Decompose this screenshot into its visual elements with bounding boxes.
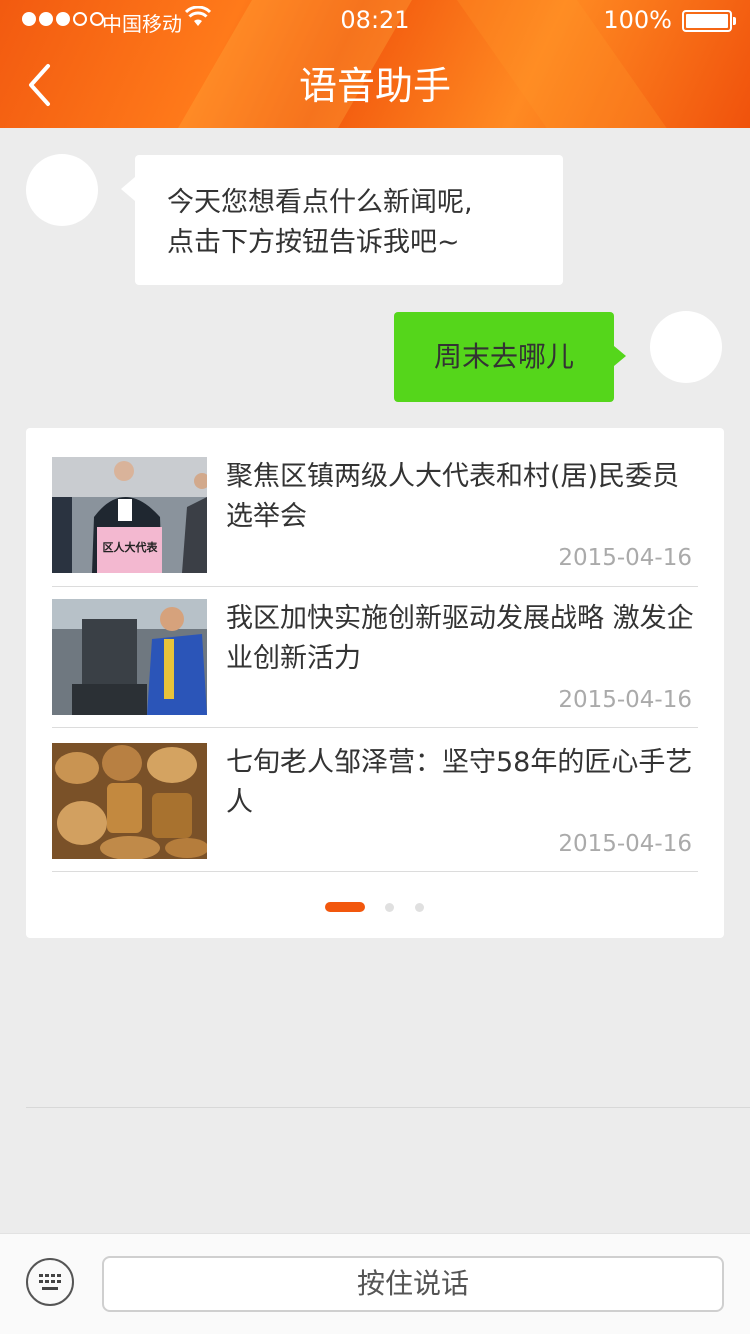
keyboard-toggle-button[interactable]: [26, 1258, 74, 1306]
news-item[interactable]: 我区加快实施创新驱动发展战略 激发企业创新活力 2015-04-16: [52, 599, 698, 728]
battery-icon: [682, 10, 736, 32]
news-title: 七旬老人邹泽营：坚守58年的匠心手艺人: [226, 747, 693, 818]
assistant-message-line: 点击下方按钮告诉我吧~: [167, 227, 460, 258]
news-card: 区人大代表 聚焦区镇两级人大代表和村(居)民委员选举会 2015-04-16 我…: [26, 428, 724, 938]
news-item[interactable]: 七旬老人邹泽营：坚守58年的匠心手艺人 2015-04-16: [52, 743, 698, 872]
news-title: 聚焦区镇两级人大代表和村(居)民委员选举会: [226, 461, 680, 532]
assistant-avatar: [26, 154, 98, 226]
pager-dot-active[interactable]: [325, 902, 365, 912]
pager-dot[interactable]: [385, 903, 394, 912]
news-title: 我区加快实施创新驱动发展战略 激发企业创新活力: [226, 603, 694, 674]
news-date: 2015-04-16: [558, 687, 692, 713]
assistant-message-line: 今天您想看点什么新闻呢,: [167, 187, 473, 218]
status-bar: 中国移动 08:21 100%: [0, 0, 750, 40]
page-title: 语音助手: [298, 64, 451, 108]
assistant-message-bubble: 今天您想看点什么新闻呢, 点击下方按钮告诉我吧~: [121, 155, 563, 285]
keyboard-icon: [39, 1274, 61, 1290]
user-message-bubble: 周末去哪儿: [394, 312, 626, 402]
pager-dots: [26, 902, 724, 912]
app-header: 中国移动 08:21 100% 语音助手: [0, 0, 750, 128]
pager-dot[interactable]: [415, 903, 424, 912]
divider: [26, 1107, 750, 1108]
news-date: 2015-04-16: [558, 831, 692, 857]
user-avatar: [650, 311, 722, 383]
news-item[interactable]: 区人大代表 聚焦区镇两级人大代表和村(居)民委员选举会 2015-04-16: [52, 457, 698, 587]
news-date: 2015-04-16: [558, 545, 692, 571]
input-bar: 按住说话: [0, 1233, 750, 1334]
thumbnail-caption: 区人大代表: [102, 541, 158, 554]
battery-percent: 100%: [603, 6, 672, 34]
news-thumbnail: [52, 743, 207, 859]
news-thumbnail: [52, 599, 207, 715]
hold-to-talk-button[interactable]: 按住说话: [102, 1256, 724, 1312]
news-thumbnail: 区人大代表: [52, 457, 207, 573]
